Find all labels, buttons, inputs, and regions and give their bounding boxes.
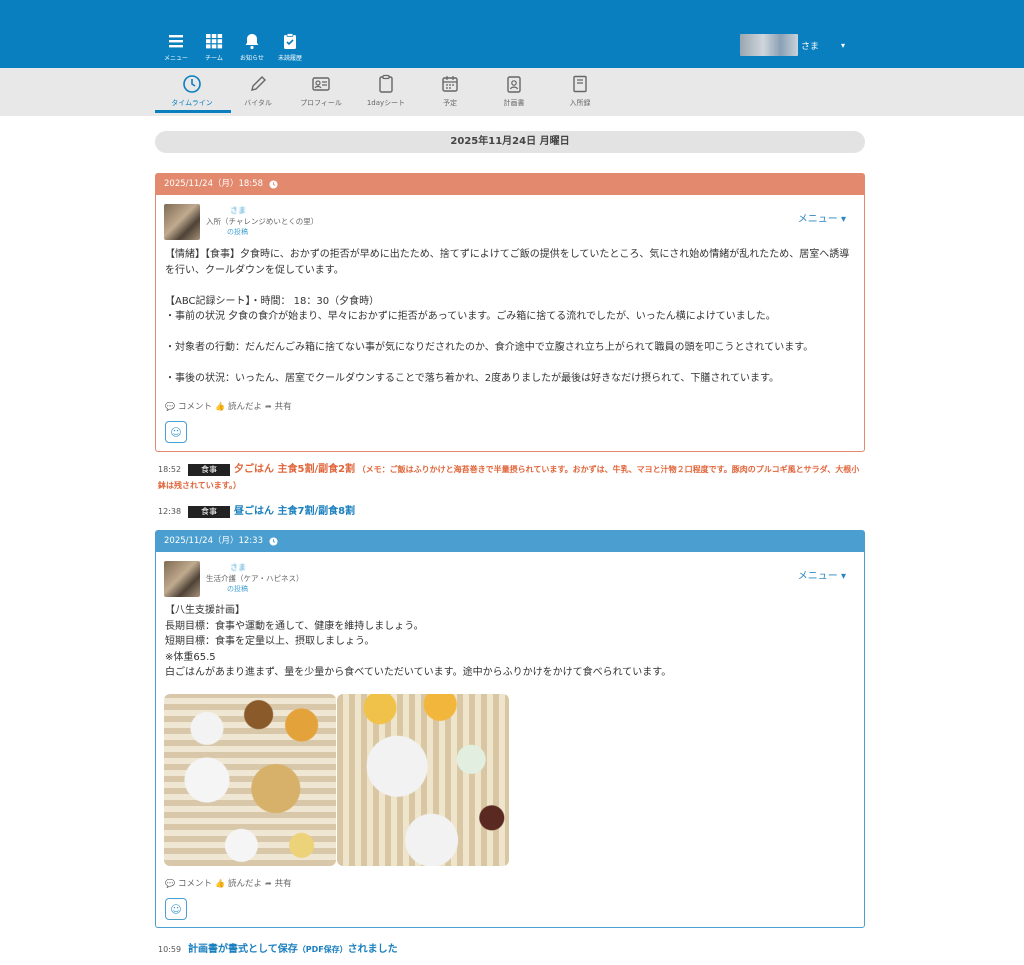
tab-1day-sheet[interactable]: 1dayシート	[354, 74, 418, 108]
smile-icon: ☺	[170, 902, 182, 916]
book-icon	[573, 75, 587, 93]
tab-plan[interactable]: 計画書	[482, 74, 546, 108]
plan-saved-format: （PDF保存）	[297, 945, 348, 954]
clock-icon	[269, 180, 278, 189]
tab-bar: タイムライン バイタル プロフィール 1dayシート 予定 計画書 入所録	[0, 68, 1024, 116]
share-button[interactable]: 共有	[275, 877, 292, 889]
clock-icon	[183, 75, 201, 93]
share-icon: ➦	[264, 878, 272, 888]
grid-icon	[206, 34, 223, 49]
tab-schedule-label: 予定	[443, 99, 457, 107]
meal-tag: 食事	[188, 464, 230, 476]
top-nav: メニュー チーム お知らせ 未読履歴	[160, 32, 306, 62]
comment-icon: 💬	[165, 878, 175, 888]
meal-summary[interactable]: 夕ごはん 主食5割/副食2割	[234, 464, 355, 475]
pen-icon	[251, 76, 266, 91]
timeline-time: 10:59	[158, 945, 182, 954]
meal-photo[interactable]	[164, 694, 336, 866]
tab-schedule[interactable]: 予定	[418, 74, 482, 108]
id-card-icon	[312, 77, 330, 91]
thumbs-up-icon: 👍	[214, 878, 225, 888]
bell-icon	[245, 34, 259, 50]
poster-name[interactable]: さま	[206, 205, 246, 216]
thumbs-up-icon: 👍	[214, 401, 225, 411]
avatar	[740, 34, 798, 56]
date-header: 2025年11月24日 月曜日	[155, 131, 865, 153]
posted-by: の投稿	[206, 227, 248, 237]
unread-history-button[interactable]: 未読履歴	[274, 32, 306, 62]
plan-saved-text[interactable]: 計画書が書式として保存	[188, 944, 298, 955]
posted-by-label: の投稿	[227, 228, 248, 236]
comment-button[interactable]: コメント	[178, 400, 212, 412]
plan-saved-suffix: されました	[347, 944, 398, 955]
poster-avatar	[164, 204, 200, 240]
tab-1day-sheet-label: 1dayシート	[366, 99, 406, 107]
tab-vital-label: バイタル	[244, 99, 272, 107]
post-actions: 💬 コメント 👍 読んだよ ➦ 共有	[165, 400, 292, 413]
post-datetime: 2025/11/24（月）12:33	[164, 536, 263, 546]
post-body: 【八生支援計画】 長期目標：食事や運動を通して、健康を維持しましょう。 短期目標…	[165, 605, 672, 678]
tab-profile[interactable]: プロフィール	[289, 74, 353, 108]
user-menu[interactable]: さま ▾	[740, 34, 845, 56]
notifications-button[interactable]: お知らせ	[236, 32, 268, 62]
share-button[interactable]: 共有	[275, 400, 292, 412]
post-body: 【情緒】【食事】夕食時に、おかずの拒否が早めに出たため、捨てずによけてご飯の提供…	[165, 249, 850, 384]
meal-tag: 食事	[188, 506, 230, 518]
comment-button[interactable]: コメント	[178, 877, 212, 889]
poster-facility: 入所（チャレンジめいとくの里）	[206, 217, 319, 226]
tab-vital[interactable]: バイタル	[226, 74, 290, 108]
post-header: 2025/11/24（月）18:58	[156, 174, 864, 195]
post-card: 2025/11/24（月）18:58 さま 入所（チャレンジめいとくの里） の投…	[155, 173, 865, 452]
timeline-row: 18:52 食事 夕ごはん 主食5割/副食2割 （メモ：ご飯はふりかけと海苔巻きで半…	[158, 462, 864, 494]
posted-by: の投稿	[206, 584, 248, 594]
team-label: チーム	[205, 55, 223, 62]
post-menu-button[interactable]: メニュー ▾	[798, 210, 846, 225]
notifications-label: お知らせ	[240, 55, 264, 62]
post-menu-button[interactable]: メニュー ▾	[798, 567, 846, 582]
read-button[interactable]: 読んだよ	[228, 400, 262, 412]
top-bar: メニュー チーム お知らせ 未読履歴 さま ▾	[0, 0, 1024, 68]
menu-icon	[169, 35, 183, 48]
calendar-icon	[442, 76, 458, 92]
tab-profile-label: プロフィール	[300, 99, 342, 107]
post-datetime: 2025/11/24（月）18:58	[164, 179, 263, 189]
active-tab-indicator	[155, 110, 231, 113]
share-icon: ➦	[264, 401, 272, 411]
unread-history-label: 未読履歴	[277, 55, 302, 62]
tab-plan-label: 計画書	[503, 99, 525, 107]
badge-icon	[507, 76, 521, 93]
comment-icon: 💬	[165, 401, 175, 411]
tab-timeline-label: タイムライン	[171, 99, 213, 107]
post-header: 2025/11/24（月）12:33	[156, 531, 864, 552]
meal-summary[interactable]: 昼ごはん 主食7割/副食8割	[234, 506, 355, 517]
meal-photo[interactable]	[337, 694, 509, 866]
chevron-down-icon: ▾	[841, 40, 846, 50]
post-actions: 💬 コメント 👍 読んだよ ➦ 共有	[165, 877, 292, 890]
clipboard-check-icon	[284, 33, 296, 49]
timeline-time: 12:38	[158, 507, 182, 516]
reaction-button[interactable]: ☺	[165, 421, 187, 443]
read-button[interactable]: 読んだよ	[228, 877, 262, 889]
poster-name[interactable]: さま	[206, 562, 246, 573]
menu-button[interactable]: メニュー	[160, 32, 192, 62]
posted-by-label: の投稿	[227, 585, 248, 593]
reaction-button[interactable]: ☺	[165, 898, 187, 920]
team-button[interactable]: チーム	[198, 32, 230, 62]
poster-avatar	[164, 561, 200, 597]
tab-timeline[interactable]: タイムライン	[160, 74, 224, 108]
menu-label: メニュー	[163, 55, 188, 62]
timeline-row: 10:59 計画書が書式として保存（PDF保存）されました	[158, 940, 398, 955]
clipboard-icon	[379, 74, 393, 93]
poster-facility: 生活介護（ケア・ハピネス）	[206, 574, 304, 583]
tab-admission-record[interactable]: 入所録	[548, 74, 612, 108]
user-suffix: さま	[801, 41, 820, 52]
tab-admission-record-label: 入所録	[569, 99, 591, 107]
clock-icon	[269, 537, 278, 546]
timeline-row: 12:38 食事 昼ごはん 主食7割/副食8割	[158, 502, 355, 518]
smile-icon: ☺	[170, 425, 182, 439]
timeline-time: 18:52	[158, 465, 182, 474]
post-card: 2025/11/24（月）12:33 さま 生活介護（ケア・ハピネス） の投稿 …	[155, 530, 865, 928]
